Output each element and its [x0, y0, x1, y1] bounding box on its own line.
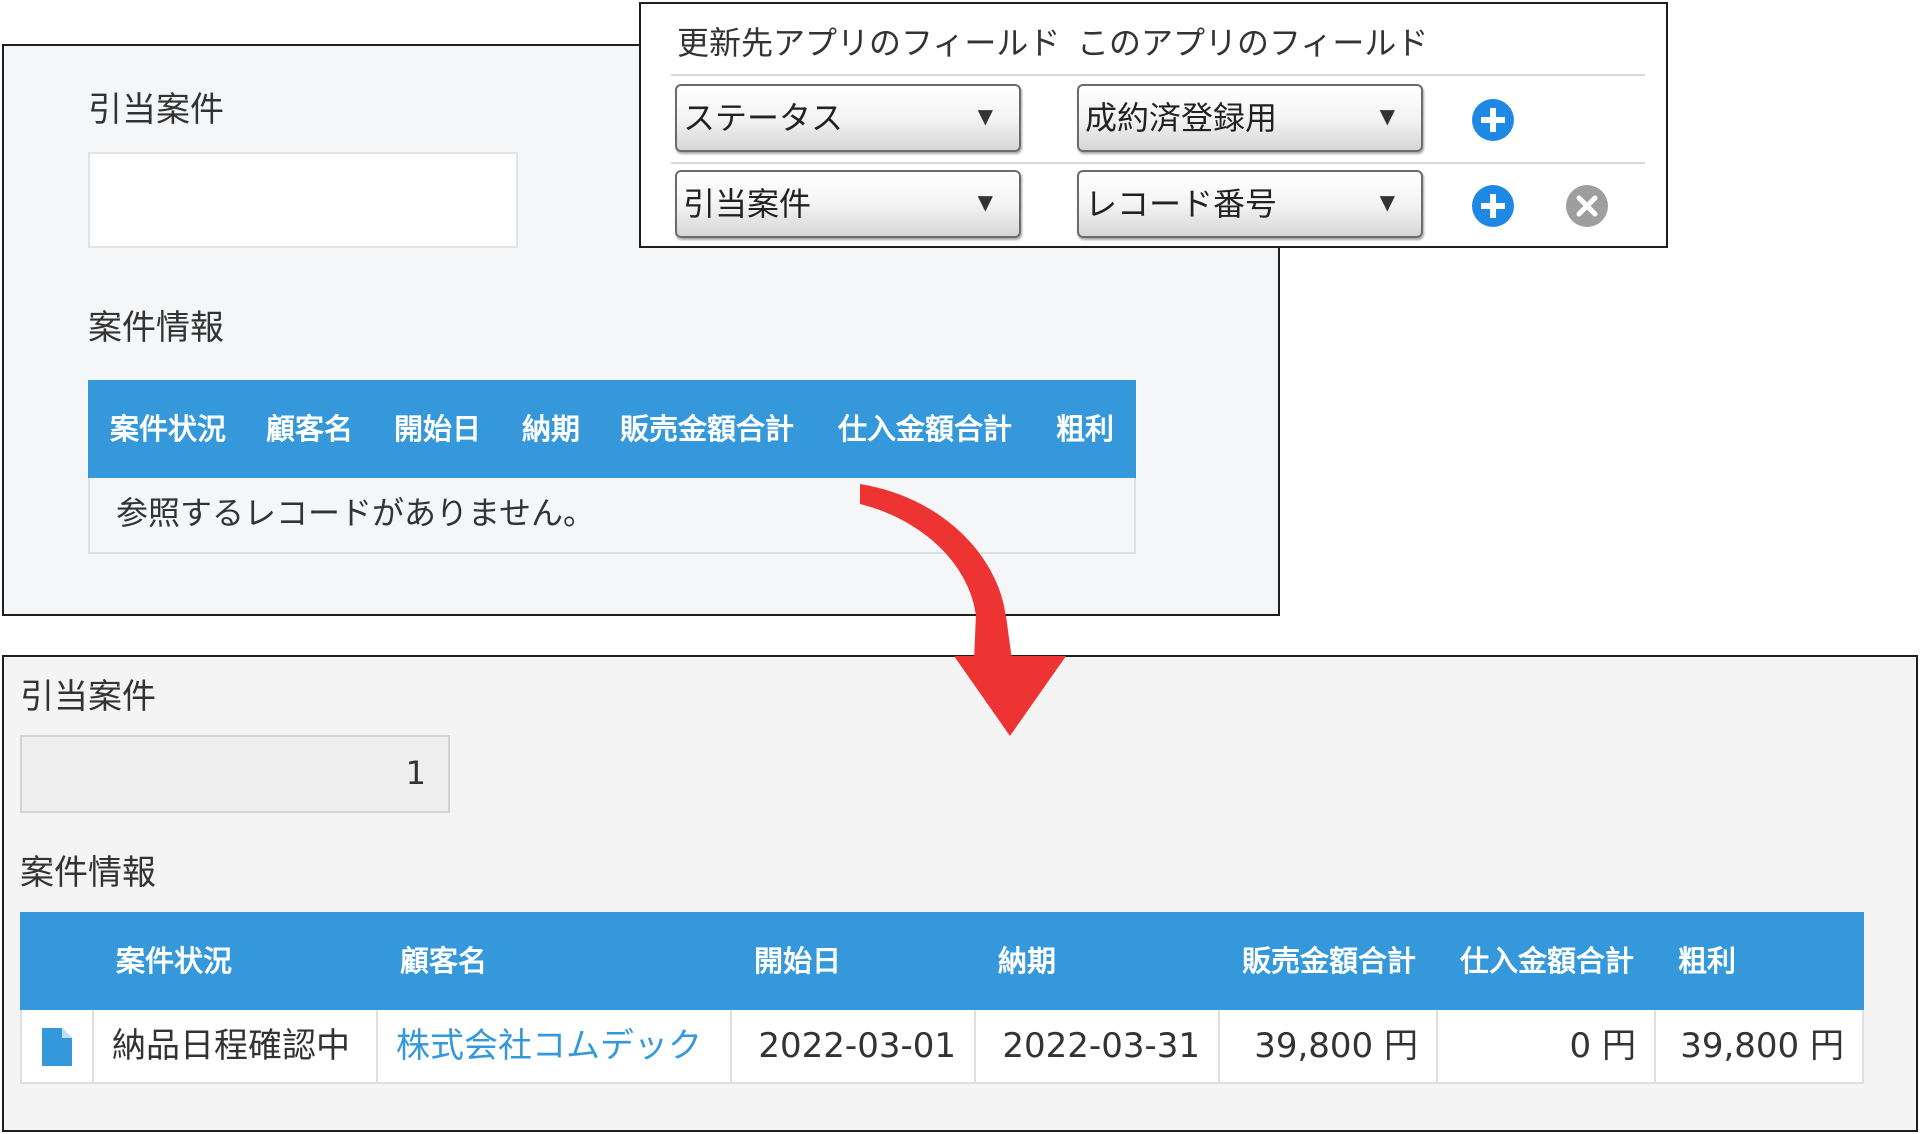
column-header-customer: 顧客名 [266, 412, 354, 446]
dropdown-arrow-icon: ▼ [1379, 104, 1395, 128]
related-records-table-header: 案件状況 顧客名 開始日 納期 販売金額合計 仕入金額合計 粗利 [88, 380, 1136, 478]
column-header-sales: 販売金額合計 [1242, 944, 1417, 978]
column-header-profit: 粗利 [1056, 412, 1115, 446]
column-header-sales: 販売金額合計 [620, 412, 795, 446]
plus-circle-icon[interactable] [1471, 184, 1515, 228]
column-header-due: 納期 [998, 944, 1057, 978]
x-circle-icon[interactable] [1565, 184, 1609, 228]
src-field-dropdown[interactable]: 成約済登録用 ▼ [1077, 84, 1423, 152]
status-cell: 納品日程確認中 [94, 1010, 378, 1082]
plus-circle-icon[interactable] [1471, 98, 1515, 142]
column-header-start: 開始日 [754, 944, 842, 978]
dropdown-value: 成約済登録用 [1085, 99, 1278, 137]
column-header-profit: 粗利 [1678, 944, 1737, 978]
column-header-cost: 仕入金額合計 [838, 412, 1013, 446]
customer-link[interactable]: 株式会社コムデック [396, 1026, 702, 1066]
src-field-dropdown[interactable]: レコード番号 ▼ [1077, 170, 1423, 238]
due-date-cell: 2022-03-31 [976, 1010, 1220, 1082]
dropdown-value: ステータス [683, 99, 844, 137]
src-field-column-header: このアプリのフィールド [1077, 24, 1429, 62]
field-mapping-panel: 更新先アプリのフィールド このアプリのフィールド ステータス ▼ 成約済登録用 … [639, 2, 1668, 248]
dropdown-arrow-icon: ▼ [977, 104, 993, 128]
document-icon[interactable] [42, 1028, 72, 1066]
reference-field-label: 引当案件 [88, 90, 224, 130]
mapping-divider [671, 162, 1645, 164]
cost-total-cell: 0 円 [1438, 1010, 1656, 1082]
customer-cell: 株式会社コムデック [378, 1010, 732, 1082]
column-header-customer: 顧客名 [400, 944, 488, 978]
curved-arrow-icon [860, 484, 1066, 736]
reference-field-label: 引当案件 [20, 677, 156, 717]
column-header-due: 納期 [522, 412, 581, 446]
case-info-label: 案件情報 [20, 853, 156, 893]
reference-number-input[interactable] [88, 152, 518, 248]
table-row: 納品日程確認中 株式会社コムデック 2022-03-01 2022-03-31 … [20, 1010, 1864, 1084]
column-header-status: 案件状況 [110, 412, 227, 446]
dropdown-value: レコード番号 [1085, 185, 1278, 223]
related-records-table-header: 案件状況 顧客名 開始日 納期 販売金額合計 仕入金額合計 粗利 [20, 912, 1864, 1010]
dropdown-value: 引当案件 [683, 185, 812, 223]
record-detail-cell[interactable] [22, 1010, 94, 1082]
mapping-divider [671, 74, 1645, 76]
start-date-cell: 2022-03-01 [732, 1010, 976, 1082]
column-header-status: 案件状況 [116, 944, 233, 978]
case-info-label: 案件情報 [88, 308, 224, 348]
reference-number-field: 1 [20, 735, 450, 813]
dest-field-column-header: 更新先アプリのフィールド [677, 24, 1061, 62]
column-header-start: 開始日 [394, 412, 482, 446]
dest-field-dropdown[interactable]: 引当案件 ▼ [675, 170, 1021, 238]
dest-field-dropdown[interactable]: ステータス ▼ [675, 84, 1021, 152]
sales-total-cell: 39,800 円 [1220, 1010, 1438, 1082]
column-header-cost: 仕入金額合計 [1460, 944, 1635, 978]
dropdown-arrow-icon: ▼ [977, 190, 993, 214]
dropdown-arrow-icon: ▼ [1379, 190, 1395, 214]
gross-profit-cell: 39,800 円 [1680, 1026, 1844, 1066]
